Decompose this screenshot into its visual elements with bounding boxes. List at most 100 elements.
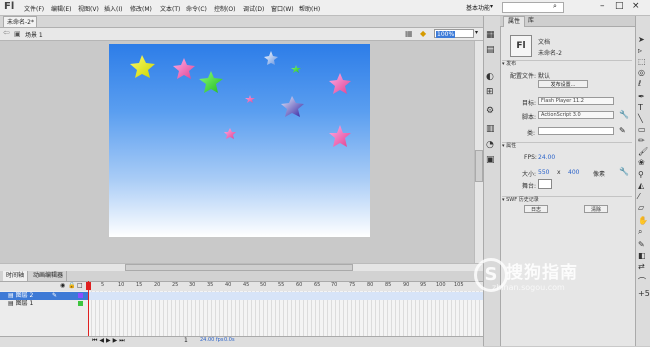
class-label: 类: <box>527 130 536 137</box>
properties-section-header[interactable]: ▾ 属性 <box>502 142 632 150</box>
swap-colors-icon[interactable]: ⇄ <box>638 262 645 271</box>
menu-modify[interactable]: 修改(M) <box>130 4 152 13</box>
transform-icon[interactable]: ⊞ <box>486 87 494 97</box>
frame-number: 25 <box>172 282 179 288</box>
hand-tool-icon[interactable]: ✋ <box>638 216 648 225</box>
menu-help[interactable]: 帮助(H) <box>299 4 320 13</box>
publish-settings-button[interactable]: 发布设置... <box>538 80 588 88</box>
layer-color-swatch[interactable] <box>78 293 83 298</box>
info-icon[interactable]: ◐ <box>486 72 494 82</box>
brush-tool-icon[interactable]: 🖌 <box>638 147 648 156</box>
class-input[interactable] <box>538 127 614 135</box>
edit-symbol-icon[interactable]: ◆ <box>420 29 426 38</box>
code-snippets-icon[interactable]: ⚙ <box>486 106 494 116</box>
pen-tool-icon[interactable]: ✒ <box>638 92 645 101</box>
chevron-down-icon[interactable]: ▾ <box>475 29 478 36</box>
playback-controls[interactable]: ⏮◀▶▶⏭ <box>92 337 127 345</box>
eyedropper-tool-icon[interactable]: ⁄ <box>638 192 639 201</box>
eraser-tool-icon[interactable]: ▱ <box>638 203 644 212</box>
bone-tool-icon[interactable]: ⚲ <box>638 170 644 179</box>
menu-debug[interactable]: 调试(D) <box>243 4 264 13</box>
menu-control[interactable]: 控制(O) <box>214 4 235 13</box>
3d-rotation-tool-icon[interactable]: ◎ <box>638 68 645 77</box>
smooth-icon[interactable]: +5 <box>638 289 650 298</box>
workspace-switcher[interactable]: 基本功能 <box>466 3 490 12</box>
pencil-tool-icon[interactable]: ✏ <box>638 136 645 145</box>
stroke-color-icon[interactable]: ✎ <box>638 240 645 249</box>
menu-edit[interactable]: 编辑(E) <box>51 4 71 13</box>
layer-name[interactable]: 图层 2 <box>16 292 34 299</box>
pencil-icon[interactable]: ✎ <box>619 126 626 135</box>
paint-bucket-tool-icon[interactable]: ◭ <box>638 181 644 190</box>
chevron-down-icon[interactable]: ▾ <box>490 3 493 10</box>
layer-color-swatch[interactable] <box>78 301 83 306</box>
wrench-icon[interactable]: 🔧 <box>619 110 629 119</box>
snap-icon[interactable]: ⌒ <box>638 276 646 287</box>
layer-row[interactable]: ▤ 图层 1 <box>0 300 88 308</box>
motion-presets-icon[interactable]: ▣ <box>486 155 495 165</box>
layer-row[interactable]: ▤ 图层 2 ✎ <box>0 292 88 300</box>
tab-library[interactable]: 库 <box>524 16 538 26</box>
menu-file[interactable]: 文件(F) <box>24 4 44 13</box>
eye-icon[interactable]: ◉ <box>60 282 65 289</box>
rectangle-tool-icon[interactable]: ▭ <box>638 125 646 134</box>
text-tool-icon[interactable]: T <box>638 103 643 112</box>
layer-name[interactable]: 图层 1 <box>16 300 34 307</box>
back-arrow-icon[interactable]: ⇦ <box>3 28 10 37</box>
frame-row[interactable] <box>88 292 483 300</box>
menu-text[interactable]: 文本(T) <box>160 4 180 13</box>
document-icon: Fl <box>510 35 532 57</box>
edit-scene-icon[interactable]: ▦ <box>405 29 413 38</box>
swf-history-section-header[interactable]: ▾ SWF 历史记录 <box>502 196 632 204</box>
status-fps[interactable]: 24.00 fps <box>200 337 223 343</box>
wrench-icon[interactable]: 🔧 <box>619 167 629 176</box>
menu-view[interactable]: 视图(V) <box>78 4 99 13</box>
publish-section-header[interactable]: ▾ 发布 <box>502 60 632 68</box>
menu-commands[interactable]: 命令(C) <box>186 4 207 13</box>
minimize-button[interactable]: – <box>600 1 605 11</box>
history-icon[interactable]: ◔ <box>486 140 494 150</box>
tab-timeline[interactable]: 时间轴 <box>3 271 29 281</box>
menu-window[interactable]: 窗口(W) <box>271 4 294 13</box>
section-title: SWF 历史记录 <box>506 197 539 203</box>
playhead-handle[interactable] <box>86 282 91 290</box>
line-tool-icon[interactable]: ╲ <box>638 114 643 123</box>
search-icon[interactable]: ⌕ <box>553 2 557 11</box>
stage-color-swatch[interactable] <box>538 179 552 189</box>
tab-properties[interactable]: 属性 <box>503 16 526 27</box>
clear-button[interactable]: 清除 <box>584 205 608 213</box>
outline-icon[interactable]: □ <box>77 282 83 289</box>
maximize-button[interactable]: □ <box>615 1 624 11</box>
fps-value[interactable]: 24.00 <box>538 154 555 161</box>
watermark-url: zhinan.sogou.com <box>492 283 565 292</box>
height-value[interactable]: 400 <box>568 169 579 176</box>
lock-icon[interactable]: 🔒 <box>68 282 75 289</box>
lasso-tool-icon[interactable]: ℓ <box>638 79 641 88</box>
log-button[interactable]: 日志 <box>524 205 548 213</box>
subselection-tool-icon[interactable]: ▹ <box>638 46 642 55</box>
free-transform-tool-icon[interactable]: ⬚ <box>638 57 646 66</box>
close-button[interactable]: × <box>632 1 640 11</box>
tab-motion-editor[interactable]: 动画编辑器 <box>30 271 68 281</box>
zoom-tool-icon[interactable]: ⌕ <box>638 227 642 237</box>
scene-icon: ▣ <box>14 30 21 38</box>
script-select[interactable]: ActionScript 3.0 <box>538 111 614 119</box>
vertical-scroll-thumb[interactable] <box>475 150 483 182</box>
star-shape <box>130 55 155 78</box>
horizontal-scroll-thumb[interactable] <box>125 264 353 271</box>
stage[interactable] <box>109 44 370 237</box>
selection-tool-icon[interactable]: ➤ <box>638 35 645 44</box>
scene-label[interactable]: 场景 1 <box>25 30 43 39</box>
frame-number: 5 <box>101 282 105 288</box>
components-icon[interactable]: ▥ <box>486 124 495 134</box>
document-tab[interactable]: 未命名-2* <box>3 16 37 27</box>
zoom-select[interactable]: 100% <box>434 29 474 38</box>
frame-number: 45 <box>243 282 250 288</box>
color-icon[interactable]: ▦ <box>486 30 495 40</box>
menu-insert[interactable]: 插入(I) <box>104 4 122 13</box>
width-value[interactable]: 550 <box>538 169 549 176</box>
target-select[interactable]: Flash Player 11.2 <box>538 97 614 105</box>
fill-color-icon[interactable]: ◧ <box>638 251 646 260</box>
swatches-icon[interactable]: ▤ <box>486 45 495 55</box>
deco-tool-icon[interactable]: ❀ <box>638 158 645 167</box>
